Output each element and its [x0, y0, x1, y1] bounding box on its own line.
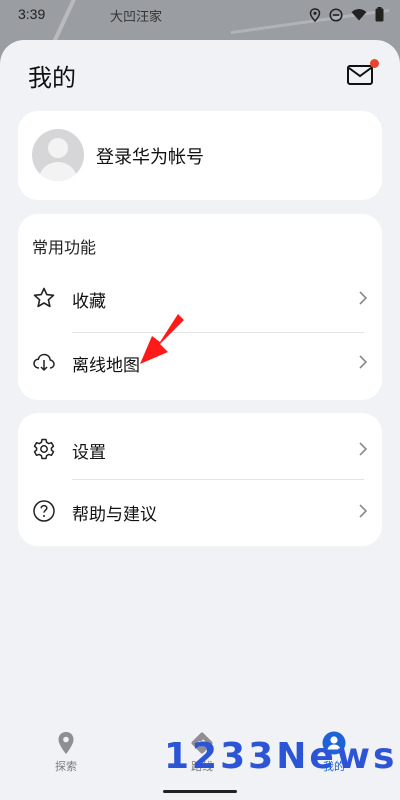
settings-card: 设置 帮助与建议	[18, 413, 382, 546]
divider	[72, 479, 364, 480]
nav-explore[interactable]: 探索	[26, 730, 106, 774]
chevron-right-icon	[359, 291, 368, 305]
nav-explore-label: 探索	[55, 760, 77, 773]
watermark: 1233News	[164, 736, 398, 777]
account-card[interactable]: 登录华为帐号	[18, 111, 382, 200]
dnd-icon	[329, 7, 343, 22]
login-huawei-account-label: 登录华为帐号	[96, 147, 204, 168]
location-icon	[309, 7, 321, 22]
status-time: 3:39	[18, 6, 46, 22]
gear-icon	[33, 438, 55, 460]
help-icon	[33, 500, 55, 522]
wifi-icon	[351, 9, 367, 21]
help-feedback-row[interactable]: 帮助与建议	[18, 483, 382, 539]
offline-maps-row[interactable]: 离线地图	[18, 334, 382, 390]
star-icon	[33, 287, 55, 308]
chevron-right-icon	[359, 504, 368, 518]
cloud-download-icon	[33, 353, 55, 372]
favorites-label: 收藏	[72, 292, 106, 312]
section-title: 常用功能	[32, 238, 97, 257]
status-icons	[309, 7, 384, 22]
home-indicator	[163, 790, 237, 793]
divider	[72, 332, 364, 333]
status-bar: 3:39 大凹汪家	[0, 0, 400, 30]
avatar-head	[48, 138, 68, 158]
offline-maps-label: 离线地图	[72, 356, 140, 376]
settings-row[interactable]: 设置	[18, 421, 382, 477]
location-pin-icon	[58, 732, 74, 754]
battery-icon	[375, 7, 384, 22]
favorites-row[interactable]: 收藏	[18, 270, 382, 326]
map-place-label: 大凹汪家	[110, 10, 163, 25]
chevron-right-icon	[359, 442, 368, 456]
chevron-right-icon	[359, 355, 368, 369]
profile-sheet: 我的 登录华为帐号 常用功能 收藏 离线地图 设置 帮助与建议	[0, 40, 400, 800]
mail-button[interactable]	[346, 59, 379, 88]
page-title: 我的	[28, 64, 76, 92]
mail-badge	[370, 59, 379, 68]
avatar	[32, 129, 84, 181]
common-functions-card: 常用功能 收藏 离线地图	[18, 214, 382, 400]
avatar-body	[38, 162, 78, 181]
red-arrow-annotation	[140, 314, 184, 364]
settings-label: 设置	[72, 443, 106, 463]
help-feedback-label: 帮助与建议	[72, 505, 157, 525]
